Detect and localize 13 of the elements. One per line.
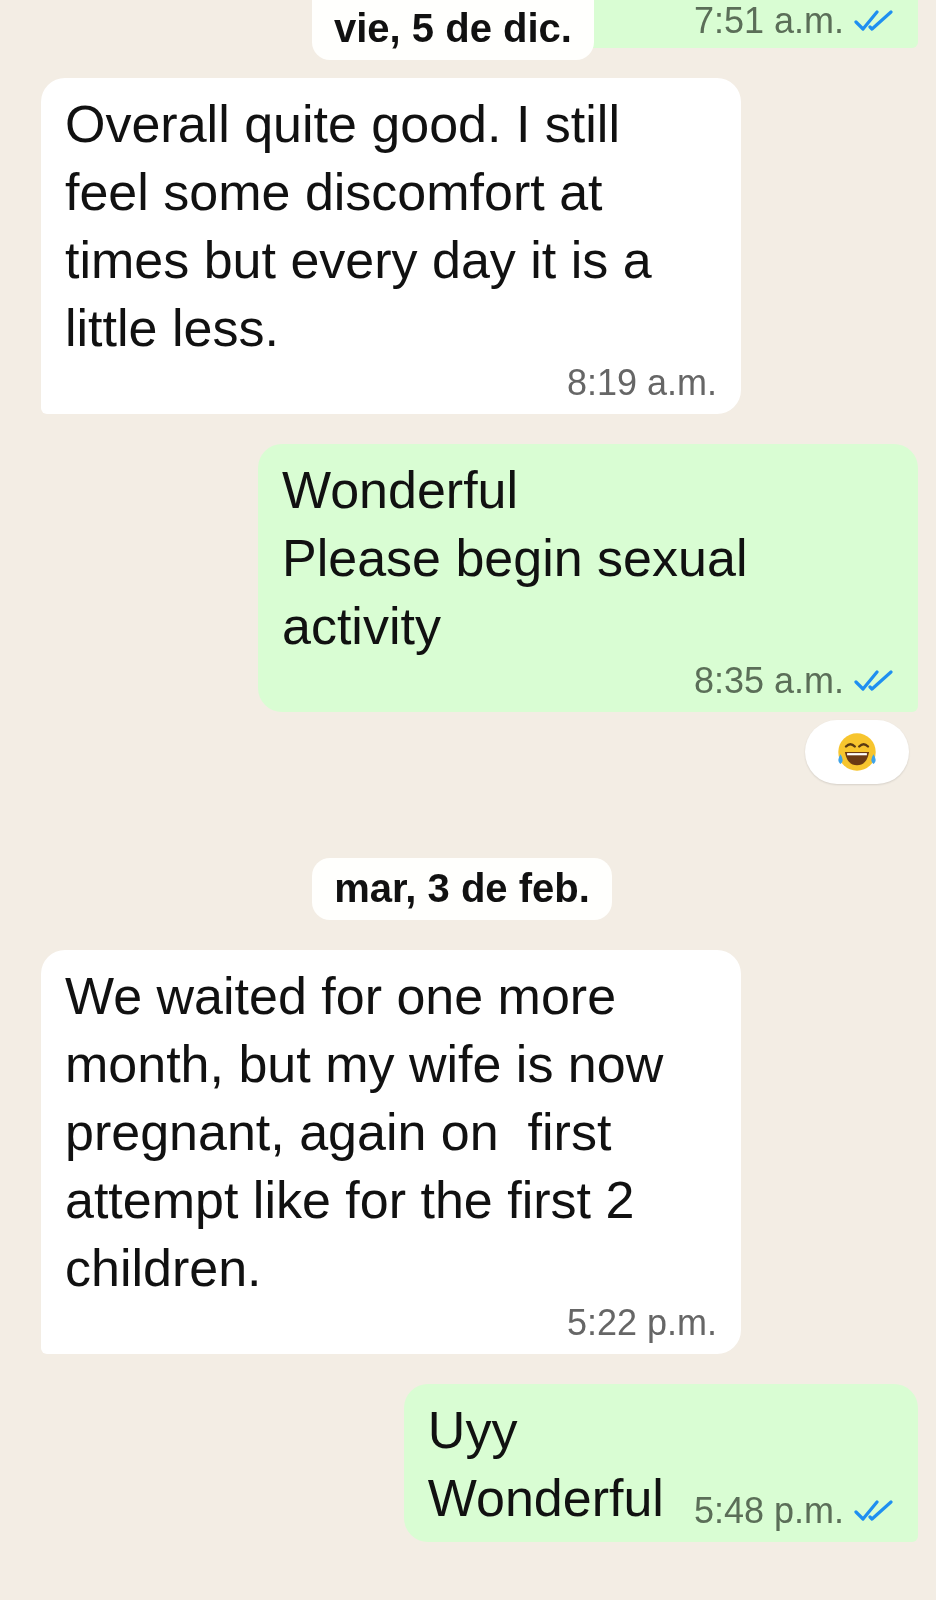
message-time: 8:19 a.m. (566, 362, 717, 404)
laughing-emoji-icon (835, 730, 879, 774)
reaction-bubble[interactable] (805, 720, 909, 784)
message-time: 5:22 p.m. (566, 1302, 717, 1344)
message-time: 5:48 p.m. (693, 1490, 844, 1532)
date-chip: mar, 3 de feb. (312, 858, 612, 920)
message-time: 7:51 a.m. (693, 0, 844, 42)
message-text: Overall quite good. I still feel some discomfort at times but every day it is a little less. (65, 94, 653, 359)
message-text: Wonderful Please begin sexual activity (282, 460, 749, 657)
date-chip: vie, 5 de dic. (312, 0, 594, 60)
message-text: We waited for one more month, but my wife is now pregnant, again on first attempt like for the first 2 children. (65, 966, 665, 1299)
message-time: 8:35 a.m. (693, 660, 844, 702)
message-text: Uyy Wonderful (427, 1400, 664, 1529)
